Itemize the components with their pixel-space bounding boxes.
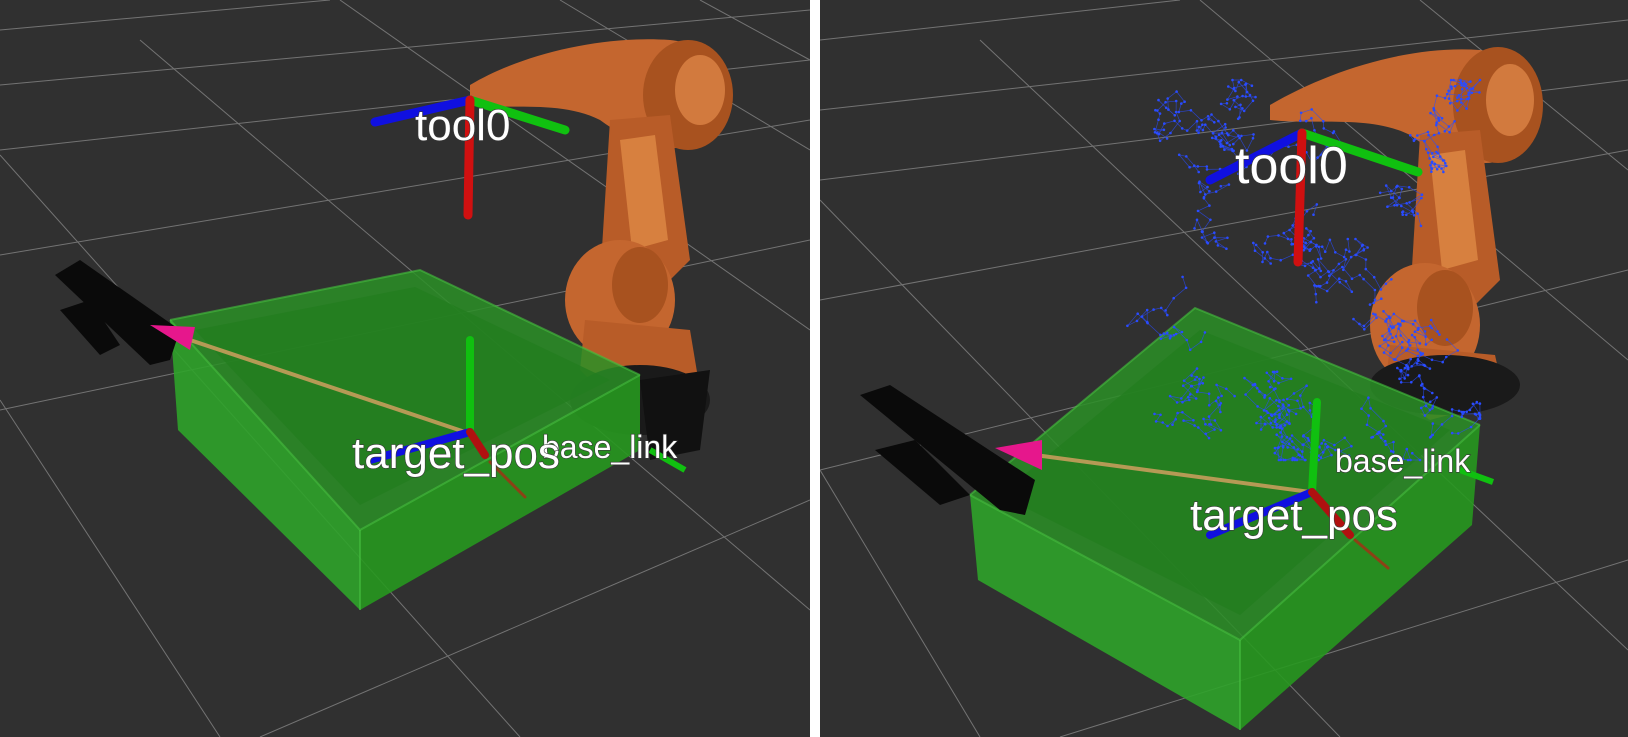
frame-label-base: base_link [1335,443,1471,479]
rviz-viewport-left[interactable]: tool0 base_link target_pos [0,0,810,737]
frame-label-target: target_pos [1190,491,1398,540]
rviz-viewport-right[interactable]: tool0 base_link target_pos [820,0,1628,737]
frame-label-tool: tool0 [415,101,510,150]
frame-label-base: base_link [542,429,678,465]
frame-label-target: target_pos [352,429,560,478]
camera-model[interactable] [55,260,180,365]
frame-label-tool: tool0 [1235,137,1348,195]
panel-divider [810,0,820,737]
path-point [1380,297,1383,301]
path-segment [1298,259,1353,303]
